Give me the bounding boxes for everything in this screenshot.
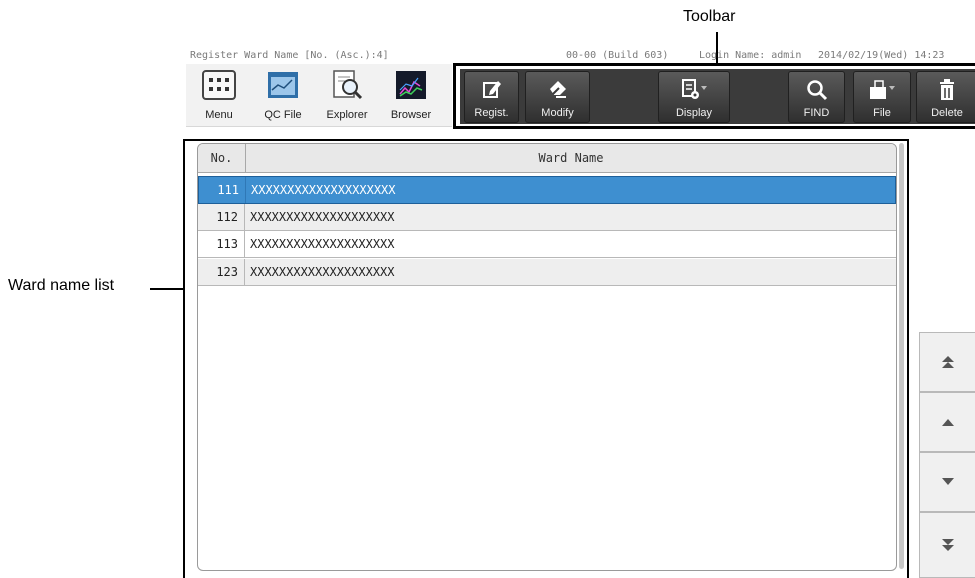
find-button[interactable]: FIND [788, 71, 845, 123]
modify-button[interactable]: Modify [525, 71, 590, 123]
qc-file-label: QC File [264, 109, 302, 121]
app-launcher-bar: Menu QC File Explorer Browser [186, 64, 452, 127]
ward-list-callout-label: Ward name list [8, 277, 115, 294]
build-info: 00-00 (Build 603) [566, 50, 669, 61]
explorer-button[interactable]: Explorer [316, 64, 378, 126]
toolbar: Regist. Modify Display FIND File Delete [453, 63, 975, 129]
row-no: 123 [198, 259, 245, 285]
scroll-bottom-button[interactable] [919, 512, 975, 578]
table-header: No. Ward Name [198, 144, 896, 173]
file-folder-icon [870, 80, 895, 99]
column-header-no[interactable]: No. [198, 144, 246, 172]
browser-label: Browser [390, 109, 432, 121]
find-label: FIND [803, 107, 830, 119]
regist-edit-icon [482, 81, 501, 98]
delete-trash-icon [940, 79, 954, 100]
display-settings-icon [682, 79, 707, 99]
date-time: 2014/02/19(Wed) 14:23 [818, 50, 945, 61]
menu-button[interactable]: Menu [188, 64, 250, 126]
chevron-up-icon [941, 419, 954, 426]
row-no: 112 [198, 204, 245, 230]
double-chevron-up-icon [941, 356, 954, 368]
qc-file-button[interactable]: QC File [252, 64, 314, 126]
delete-button[interactable]: Delete [916, 71, 975, 123]
ward-name-table: No. Ward Name 111 XXXXXXXXXXXXXXXXXXXX 1… [197, 143, 897, 571]
display-label: Display [675, 107, 713, 119]
chevron-down-icon [941, 478, 954, 485]
table-row[interactable]: 112 XXXXXXXXXXXXXXXXXXXX [198, 204, 896, 231]
row-no: 113 [198, 231, 245, 257]
display-button[interactable]: Display [658, 71, 730, 123]
table-row[interactable]: 111 XXXXXXXXXXXXXXXXXXXX [198, 176, 896, 204]
qc-file-icon [268, 72, 298, 98]
vertical-scrollbar[interactable] [899, 143, 904, 569]
regist-button[interactable]: Regist. [464, 71, 519, 123]
browser-chart-icon [396, 71, 426, 99]
scroll-up-button[interactable] [919, 392, 975, 452]
screen-title: Register Ward Name [No. (Asc.):4] [190, 50, 389, 61]
delete-label: Delete [931, 107, 963, 119]
regist-label: Regist. [474, 107, 509, 119]
find-magnifier-icon [806, 80, 827, 101]
explorer-magnifier-icon [333, 70, 363, 100]
explorer-label: Explorer [326, 109, 368, 121]
menu-label: Menu [205, 109, 233, 121]
table-row[interactable]: 123 XXXXXXXXXXXXXXXXXXXX [198, 259, 896, 286]
file-button[interactable]: File [853, 71, 911, 123]
row-ward-name: XXXXXXXXXXXXXXXXXXXX [250, 237, 395, 251]
scroll-down-button[interactable] [919, 452, 975, 512]
modify-label: Modify [541, 107, 574, 119]
row-ward-name: XXXXXXXXXXXXXXXXXXXX [250, 210, 395, 224]
scroll-top-button[interactable] [919, 332, 975, 392]
menu-grid-icon [202, 70, 236, 100]
row-ward-name: XXXXXXXXXXXXXXXXXXXX [251, 183, 396, 197]
modify-eraser-icon [549, 81, 566, 98]
row-ward-name: XXXXXXXXXXXXXXXXXXXX [250, 265, 395, 279]
login-name: Login Name: admin [699, 50, 802, 61]
toolbar-strip: Regist. Modify Display FIND File Delete [460, 69, 975, 124]
browser-button[interactable]: Browser [380, 64, 442, 126]
file-label: File [873, 107, 891, 119]
double-chevron-down-icon [941, 539, 954, 551]
row-no: 111 [199, 177, 246, 203]
column-header-ward-name[interactable]: Ward Name [246, 144, 896, 172]
toolbar-callout-label: Toolbar [683, 8, 736, 25]
ward-list-callout-line [150, 288, 184, 290]
table-row[interactable]: 113 XXXXXXXXXXXXXXXXXXXX [198, 231, 896, 258]
